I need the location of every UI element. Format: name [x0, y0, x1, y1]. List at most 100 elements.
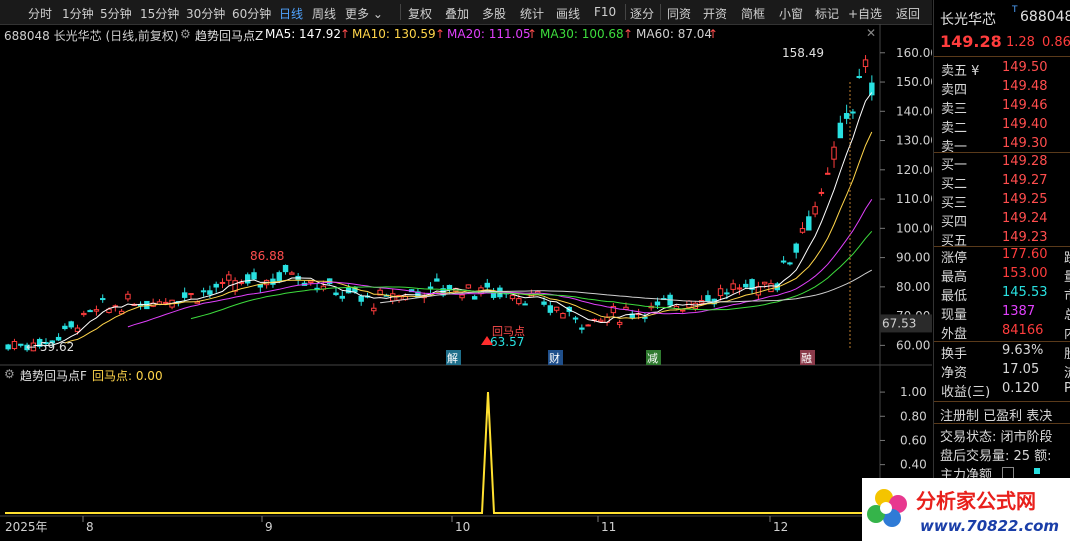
stat-row: 最低145.53市 [941, 285, 1070, 304]
candle [333, 292, 339, 296]
panel-after-hours: 盘后交易量: 25 额: [940, 449, 1052, 464]
event-tag-label: 减 [647, 352, 658, 365]
candle [308, 280, 314, 284]
candle [68, 321, 74, 328]
candle [251, 272, 257, 280]
candle [730, 283, 736, 290]
candle [705, 295, 711, 302]
candle [459, 294, 465, 299]
candle [471, 296, 478, 300]
stat-row: 外盘84166内 [941, 323, 1070, 342]
candle [200, 290, 207, 293]
candle [245, 274, 251, 284]
candle [585, 324, 591, 327]
candle [780, 260, 787, 263]
candle [163, 301, 169, 304]
candle [371, 307, 377, 312]
x-tick-label: 11 [601, 520, 616, 534]
candle [850, 111, 856, 114]
panel-divider [934, 401, 1070, 402]
candle [74, 327, 81, 333]
candle [213, 283, 219, 288]
price-chart[interactable]: 60.0070.0080.0090.00100.00110.00120.0013… [0, 0, 932, 541]
event-tag-label: 解 [447, 351, 458, 365]
candle [717, 288, 724, 297]
candle [62, 325, 68, 330]
candle [181, 292, 188, 298]
logo-text: 分析家公式网 [916, 489, 1036, 513]
candle [465, 284, 472, 289]
candle [358, 295, 364, 302]
candle [736, 287, 743, 290]
candle [18, 343, 24, 346]
stat2-row: 收益(三)0.120P [941, 381, 1070, 400]
candle [799, 228, 806, 233]
stat-row: 最高153.00量 [941, 266, 1070, 285]
candle [282, 264, 289, 273]
candle [768, 283, 774, 293]
candle [188, 293, 194, 296]
y-tick-label: 160.00 [896, 46, 932, 60]
candle [572, 317, 579, 320]
panel-change-pct: 0.86 [1042, 35, 1070, 50]
candle [484, 282, 490, 288]
candle [806, 216, 812, 231]
x-tick-label: 12 [773, 520, 788, 534]
candle [825, 172, 831, 175]
y-tick-label: 150.00 [896, 75, 932, 89]
candle [11, 340, 18, 350]
panel-flag: T [1012, 5, 1018, 15]
candle [553, 306, 560, 311]
x-tick-label: 8 [86, 520, 94, 534]
current-price-label: 67.53 [882, 316, 916, 330]
candle [831, 146, 837, 160]
x-tick-label: 9 [265, 520, 273, 534]
peak-price-label: 86.88 [250, 249, 284, 263]
sub-y-tick-label: 0.60 [900, 433, 927, 447]
event-tag-label: 财 [549, 351, 560, 365]
panel-change: 1.28 [1006, 35, 1035, 50]
high-price-label: 158.49 [782, 46, 824, 60]
bid-row: 买一 149.28 [941, 154, 1048, 173]
candle [560, 313, 566, 319]
flow-bar-icon [1034, 468, 1040, 474]
candle [787, 262, 793, 265]
event-tag-label: 融 [801, 352, 812, 365]
candle [743, 283, 749, 288]
candle [862, 59, 869, 68]
ma30-line [190, 230, 873, 320]
ask-row: 卖五 ¥149.50 [941, 60, 1048, 79]
candle [680, 309, 686, 312]
candle [81, 312, 87, 316]
y-tick-label: 110.00 [896, 192, 932, 206]
ask-row: 卖三 149.46 [941, 98, 1048, 117]
bid-row: 买二 149.27 [941, 173, 1048, 192]
candle [207, 290, 213, 295]
x-tick-label: 2025年 [5, 520, 48, 534]
y-tick-label: 100.00 [896, 221, 932, 235]
panel-trade-status: 交易状态: 闭市阶段 [940, 430, 1053, 445]
candle [276, 272, 282, 282]
candle [598, 319, 604, 323]
sub-y-tick-label: 0.40 [900, 458, 927, 472]
candle [616, 321, 623, 325]
candle [793, 243, 799, 253]
candle [837, 122, 844, 139]
candle [339, 295, 345, 299]
signal-text: 回马点 [492, 325, 525, 338]
ma20-line [127, 199, 873, 328]
bid-row: 买四 149.24 [941, 211, 1048, 230]
candle [93, 309, 100, 312]
candle [516, 298, 522, 305]
sub-y-tick-label: 0.80 [900, 409, 927, 423]
candle [547, 305, 554, 313]
ask-row: 卖四 149.48 [941, 79, 1048, 98]
candle [219, 281, 226, 284]
candle [226, 274, 232, 281]
candle [654, 301, 661, 306]
candle [761, 281, 768, 285]
candle [541, 301, 547, 305]
panel-price: 149.28 [940, 32, 1002, 51]
stat2-row: 净资17.05流 [941, 362, 1070, 381]
candle [522, 303, 528, 306]
